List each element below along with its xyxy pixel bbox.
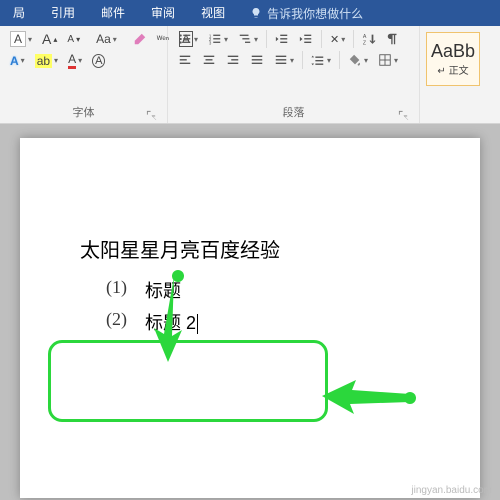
svg-text:Z: Z xyxy=(363,40,367,46)
text-cursor xyxy=(197,314,198,334)
increase-indent-button[interactable] xyxy=(297,31,315,47)
separator xyxy=(266,30,267,48)
dialog-launcher-icon xyxy=(146,110,157,121)
ribbon: A▾ A▴ A▾ Aa▾ ᵂᵉⁿ A A▾ ab▾ A▾ A 字体 xyxy=(0,26,500,124)
group-font-label: 字体 xyxy=(73,107,95,119)
justify-button[interactable] xyxy=(248,52,266,68)
tab-mailings[interactable]: 邮件 xyxy=(88,0,138,26)
decrease-indent-button[interactable] xyxy=(273,31,291,47)
align-right-icon xyxy=(226,53,240,67)
font-color-button[interactable]: A▾ xyxy=(66,51,84,70)
lightbulb-icon xyxy=(250,7,262,19)
list-text: 标题 2 xyxy=(145,309,198,335)
align-left-icon xyxy=(178,53,192,67)
text-effects-button[interactable]: A▾ xyxy=(8,53,27,69)
paint-bucket-icon xyxy=(348,53,362,67)
tab-unknown[interactable]: 局 xyxy=(0,0,38,26)
svg-text:A: A xyxy=(363,34,367,40)
tab-review[interactable]: 审阅 xyxy=(138,0,188,26)
line-spacing-icon xyxy=(311,53,325,67)
borders-button[interactable]: ▾ xyxy=(376,52,400,68)
numbering-button[interactable]: 123▾ xyxy=(206,31,230,47)
distributed-button[interactable]: ▾ xyxy=(272,52,296,68)
doc-title-line[interactable]: 太阳星星月亮百度经验 xyxy=(80,234,440,263)
group-font: A▾ A▴ A▾ Aa▾ ᵂᵉⁿ A A▾ ab▾ A▾ A 字体 xyxy=(0,26,168,123)
tell-me-search[interactable]: 告诉我你想做什么 xyxy=(250,5,363,22)
font-size-combo[interactable]: A▾ xyxy=(8,30,34,48)
eraser-icon xyxy=(133,32,147,46)
group-styles: AaBb ↵ 正文 xyxy=(420,26,486,123)
bullets-icon xyxy=(178,32,192,46)
pilcrow-icon xyxy=(386,32,400,46)
group-paragraph-label: 段落 xyxy=(283,107,305,119)
align-center-icon xyxy=(202,53,216,67)
list-prefix: (2) xyxy=(106,309,127,335)
document-workspace: 太阳星星月亮百度经验 (1) 标题 (2) 标题 2 jingyan.baidu… xyxy=(0,124,500,500)
tab-references[interactable]: 引用 xyxy=(38,0,88,26)
change-case-button[interactable]: Aa▾ xyxy=(94,31,119,47)
ribbon-tabstrip: 局 引用 邮件 审阅 视图 告诉我你想做什么 xyxy=(0,0,500,26)
show-marks-button[interactable] xyxy=(384,31,402,47)
watermark: jingyan.baidu.com xyxy=(411,485,492,496)
dialog-launcher-icon xyxy=(398,110,409,121)
multilevel-list-button[interactable]: ▾ xyxy=(236,31,260,47)
font-dialog-launcher[interactable] xyxy=(146,110,157,121)
sort-icon: AZ xyxy=(362,32,376,46)
align-center-button[interactable] xyxy=(200,52,218,68)
align-right-button[interactable] xyxy=(224,52,242,68)
separator xyxy=(353,30,354,48)
outdent-icon xyxy=(275,32,289,46)
list-item[interactable]: (2) 标题 2 xyxy=(106,309,440,335)
shading-button[interactable]: ▾ xyxy=(346,52,370,68)
tab-view[interactable]: 视图 xyxy=(188,0,238,26)
separator xyxy=(321,30,322,48)
shrink-font-button[interactable]: A▾ xyxy=(65,33,82,46)
document-page[interactable]: 太阳星星月亮百度经验 (1) 标题 (2) 标题 2 xyxy=(20,138,480,498)
highlight-button[interactable]: ab▾ xyxy=(33,53,60,69)
asian-layout-button[interactable]: ✕▾ xyxy=(328,32,347,47)
group-paragraph: ▾ 123▾ ▾ ✕▾ AZ xyxy=(168,26,420,123)
list-prefix: (1) xyxy=(106,277,127,303)
separator xyxy=(302,51,303,69)
style-name: ↵ 正文 xyxy=(437,62,468,77)
align-left-button[interactable] xyxy=(176,52,194,68)
indent-icon xyxy=(299,32,313,46)
list-item[interactable]: (1) 标题 xyxy=(106,277,440,303)
enclose-characters-button[interactable]: A xyxy=(90,53,107,69)
multilevel-icon xyxy=(238,32,252,46)
svg-text:3: 3 xyxy=(209,40,212,45)
style-sample: AaBb xyxy=(431,41,475,62)
line-spacing-button[interactable]: ▾ xyxy=(309,52,333,68)
borders-icon xyxy=(378,53,392,67)
numbering-icon: 123 xyxy=(208,32,222,46)
tell-me-placeholder: 告诉我你想做什么 xyxy=(267,5,363,22)
sort-button[interactable]: AZ xyxy=(360,31,378,47)
separator xyxy=(339,51,340,69)
justify-icon xyxy=(250,53,264,67)
paragraph-dialog-launcher[interactable] xyxy=(398,110,409,121)
clear-formatting-button[interactable] xyxy=(131,31,149,47)
list-text: 标题 xyxy=(145,277,181,303)
distributed-icon xyxy=(274,53,288,67)
bullets-button[interactable]: ▾ xyxy=(176,31,200,47)
grow-font-button[interactable]: A▴ xyxy=(40,30,59,48)
style-normal[interactable]: AaBb ↵ 正文 xyxy=(426,32,480,86)
